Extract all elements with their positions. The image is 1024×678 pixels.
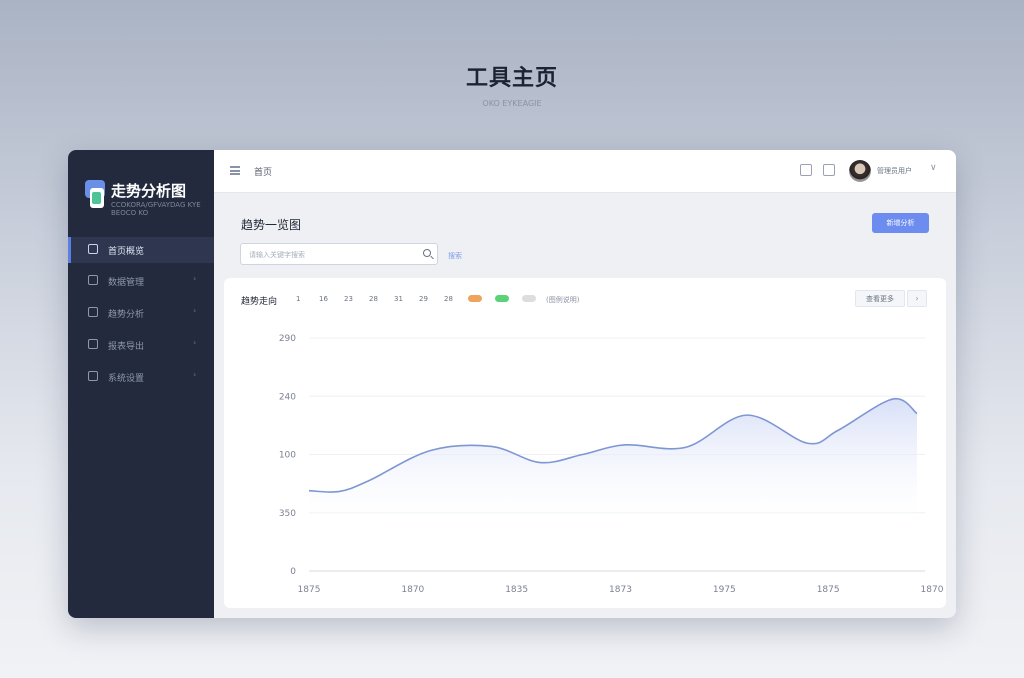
- page-title: 工具主页: [465, 66, 558, 91]
- chevron-right-icon: ›: [193, 274, 197, 283]
- search-box: [240, 243, 438, 265]
- chevron-right-icon: ›: [193, 306, 197, 315]
- logo-icon: [85, 180, 105, 208]
- sidebar-item-overview[interactable]: 首页概览: [68, 237, 214, 263]
- x-tick-label: 1873: [609, 585, 632, 595]
- menu-icon[interactable]: [230, 166, 240, 175]
- y-tick-label: 290: [279, 334, 296, 344]
- bell-icon[interactable]: [823, 164, 835, 176]
- x-tick-label: 1835: [505, 585, 528, 595]
- sidebar-item-label: 数据管理: [108, 278, 145, 288]
- y-tick-label: 240: [279, 392, 296, 402]
- database-icon: [88, 275, 98, 285]
- series-area-fill: [309, 398, 917, 521]
- sidebar-item-reports[interactable]: 报表导出 ›: [68, 332, 214, 358]
- report-icon: [88, 339, 98, 349]
- x-tick-label: 1875: [817, 585, 840, 595]
- top-bar: 首页 管理员用户 ∨: [214, 150, 956, 193]
- sidebar-item-label: 趋势分析: [108, 310, 145, 320]
- trend-chart: 0 350 100 240 290 1875 1870 1835 1873 1975 1875 187…: [279, 334, 944, 595]
- app-window: 走势分析图 CCOKORA/GFVAYDAG KYE BEOCO KO 首页概览…: [68, 150, 956, 618]
- sidebar-item-label: 系统设置: [108, 374, 145, 384]
- brand-tagline: CCOKORA/GFVAYDAG KYE BEOCO KO: [111, 201, 201, 217]
- sidebar-item-data[interactable]: 数据管理 ›: [68, 268, 214, 294]
- search-link[interactable]: 搜索: [448, 251, 462, 261]
- message-icon[interactable]: [800, 164, 812, 176]
- section-title: 趋势一览图: [241, 218, 302, 232]
- search-input[interactable]: [247, 248, 416, 262]
- sidebar: 走势分析图 CCOKORA/GFVAYDAG KYE BEOCO KO 首页概览…: [68, 150, 214, 618]
- x-tick-label: 1870: [921, 585, 944, 595]
- y-tick-label: 350: [279, 509, 296, 519]
- chevron-down-icon[interactable]: ∨: [930, 163, 937, 173]
- brand-name: 走势分析图: [111, 182, 187, 200]
- chevron-right-icon: ›: [193, 338, 197, 347]
- sidebar-item-label: 首页概览: [108, 247, 145, 257]
- sidebar-item-settings[interactable]: 系统设置 ›: [68, 364, 214, 390]
- main-area: 首页 管理员用户 ∨ 趋势一览图 新增分析 搜索 趋势走向 1 16 23 28…: [214, 150, 956, 618]
- y-tick-label: 100: [279, 451, 296, 461]
- page-subtitle: OKO EYKEAGIE: [482, 99, 542, 108]
- home-icon: [88, 244, 98, 254]
- x-tick-label: 1870: [401, 585, 424, 595]
- x-tick-label: 1875: [298, 585, 321, 595]
- avatar[interactable]: [849, 160, 871, 182]
- sidebar-item-label: 报表导出: [108, 342, 145, 352]
- chart-icon: [88, 307, 98, 317]
- x-tick-label: 1975: [713, 585, 736, 595]
- y-tick-label: 0: [290, 567, 296, 577]
- add-analysis-button[interactable]: 新增分析: [872, 213, 929, 233]
- search-icon[interactable]: [423, 249, 431, 257]
- chevron-right-icon: ›: [193, 370, 197, 379]
- chart-card: 趋势走向 1 16 23 28 31 29 28 (图例说明) 查看更多 › 0…: [224, 278, 946, 608]
- sidebar-item-trend[interactable]: 趋势分析 ›: [68, 300, 214, 326]
- breadcrumb[interactable]: 首页: [254, 165, 272, 178]
- settings-icon: [88, 371, 98, 381]
- user-name[interactable]: 管理员用户: [877, 166, 912, 176]
